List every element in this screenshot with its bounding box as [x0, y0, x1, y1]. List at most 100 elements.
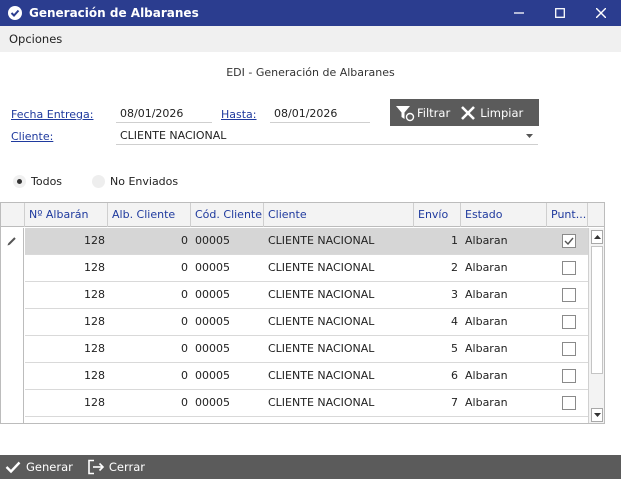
- cell-estado: Albaran: [465, 234, 508, 247]
- cell-envio: 1: [451, 234, 458, 247]
- cell-cliente: CLIENTE NACIONAL: [268, 369, 375, 382]
- app-logo-icon: [8, 6, 22, 20]
- window-title: Generación de Albaranes: [29, 6, 199, 20]
- cell-albaran: 128: [84, 342, 105, 355]
- menu-opciones[interactable]: Opciones: [0, 32, 62, 46]
- col-header-cliente[interactable]: Cliente: [264, 203, 414, 227]
- cell-estado: Albaran: [465, 315, 508, 328]
- col-header-punt[interactable]: Punt...: [547, 203, 588, 227]
- cell-albaran: 128: [84, 288, 105, 301]
- row-indicator-column: [1, 228, 24, 423]
- cell-estado: Albaran: [465, 342, 508, 355]
- col-header-albaran[interactable]: Nº Albarán: [25, 203, 108, 227]
- generate-button-label: Generar: [26, 460, 73, 474]
- punt-checkbox[interactable]: [562, 315, 576, 329]
- hasta-field[interactable]: 08/01/2026: [270, 107, 370, 123]
- generate-button[interactable]: Generar: [5, 460, 73, 474]
- chevron-up-icon: [593, 234, 601, 239]
- punt-checkbox[interactable]: [562, 396, 576, 410]
- scroll-down-button[interactable]: [591, 408, 603, 422]
- cell-cliente: CLIENTE NACIONAL: [268, 234, 375, 247]
- col-header-envio[interactable]: Envío: [414, 203, 461, 227]
- cell-estado: Albaran: [465, 396, 508, 409]
- cliente-select[interactable]: CLIENTE NACIONAL: [116, 129, 538, 145]
- cell-envio: 4: [451, 315, 458, 328]
- menu-bar: Opciones: [0, 26, 621, 52]
- cell-cod-cliente: 00005: [195, 288, 230, 301]
- table-row[interactable]: 128 0 00005 CLIENTE NACIONAL 5 Albaran: [25, 336, 588, 363]
- radio-selected-icon: [13, 175, 26, 188]
- chevron-down-icon: [526, 134, 533, 138]
- cell-alb-cliente: 0: [181, 234, 188, 247]
- punt-checkbox[interactable]: [562, 288, 576, 302]
- close-button[interactable]: Cerrar: [87, 459, 145, 475]
- radio-no-enviados-label: No Enviados: [110, 175, 179, 188]
- cell-cliente: CLIENTE NACIONAL: [268, 342, 375, 355]
- cell-albaran: 128: [84, 315, 105, 328]
- filter-button-label: Filtrar: [417, 105, 451, 120]
- col-header-alb-cliente[interactable]: Alb. Cliente: [108, 203, 191, 227]
- grid-rows: 128 0 00005 CLIENTE NACIONAL 1 Albaran 128 0 000…: [25, 228, 588, 417]
- header-corner: [1, 203, 25, 227]
- clear-button[interactable]: Limpiar: [460, 105, 523, 121]
- table-row[interactable]: 128 0 00005 CLIENTE NACIONAL 1 Albaran: [25, 228, 588, 255]
- cell-cliente: CLIENTE NACIONAL: [268, 261, 375, 274]
- cell-alb-cliente: 0: [181, 369, 188, 382]
- table-row[interactable]: 128 0 00005 CLIENTE NACIONAL 6 Albaran: [25, 363, 588, 390]
- cell-alb-cliente: 0: [181, 315, 188, 328]
- filter-button[interactable]: Filtrar: [395, 104, 450, 122]
- col-header-cod-cliente[interactable]: Cód. Cliente: [191, 203, 264, 227]
- cell-envio: 7: [451, 396, 458, 409]
- fecha-entrega-label[interactable]: Fecha Entrega:: [11, 108, 93, 121]
- radio-unselected-icon: [92, 175, 105, 188]
- filter-icon: [396, 105, 415, 121]
- cell-cliente: CLIENTE NACIONAL: [268, 288, 375, 301]
- hasta-label[interactable]: Hasta:: [221, 108, 257, 121]
- punt-checkbox[interactable]: [562, 342, 576, 356]
- scroll-thumb[interactable]: [591, 246, 603, 374]
- close-window-button[interactable]: [581, 0, 621, 26]
- cell-cod-cliente: 00005: [195, 261, 230, 274]
- exit-icon: [88, 459, 104, 475]
- check-icon: [5, 461, 21, 474]
- x-icon: [461, 105, 476, 120]
- albaranes-grid: Nº Albarán Alb. Cliente Cód. Cliente Cli…: [0, 202, 605, 424]
- cliente-select-value: CLIENTE NACIONAL: [120, 129, 227, 142]
- maximize-icon: [555, 8, 565, 18]
- filter-toolbar: Filtrar Limpiar: [390, 99, 539, 126]
- close-icon: [596, 8, 606, 18]
- radio-no-enviados[interactable]: No Enviados: [92, 175, 178, 188]
- cell-estado: Albaran: [465, 288, 508, 301]
- radio-todos[interactable]: Todos: [13, 175, 62, 188]
- fecha-entrega-field[interactable]: 08/01/2026: [116, 107, 212, 123]
- cell-alb-cliente: 0: [181, 261, 188, 274]
- cliente-label[interactable]: Cliente:: [11, 130, 53, 143]
- table-row[interactable]: 128 0 00005 CLIENTE NACIONAL 7 Albaran: [25, 390, 588, 417]
- cell-alb-cliente: 0: [181, 288, 188, 301]
- cell-albaran: 128: [84, 234, 105, 247]
- minimize-button[interactable]: [499, 0, 539, 26]
- title-bar: Generación de Albaranes: [0, 0, 621, 26]
- vertical-scrollbar[interactable]: [588, 228, 604, 423]
- maximize-button[interactable]: [540, 0, 580, 26]
- punt-checkbox[interactable]: [562, 261, 576, 275]
- table-row[interactable]: 128 0 00005 CLIENTE NACIONAL 2 Albaran: [25, 255, 588, 282]
- cell-cod-cliente: 00005: [195, 342, 230, 355]
- col-header-estado[interactable]: Estado: [461, 203, 547, 227]
- cell-albaran: 128: [84, 369, 105, 382]
- cell-envio: 6: [451, 369, 458, 382]
- cell-alb-cliente: 0: [181, 342, 188, 355]
- cell-cliente: CLIENTE NACIONAL: [268, 396, 375, 409]
- cell-albaran: 128: [84, 261, 105, 274]
- table-row[interactable]: 128 0 00005 CLIENTE NACIONAL 4 Albaran: [25, 309, 588, 336]
- cell-cod-cliente: 00005: [195, 234, 230, 247]
- cell-albaran: 128: [84, 396, 105, 409]
- punt-checkbox[interactable]: [562, 369, 576, 383]
- close-button-label: Cerrar: [108, 460, 145, 474]
- radio-todos-label: Todos: [31, 175, 63, 188]
- scroll-up-button[interactable]: [591, 230, 603, 244]
- table-row[interactable]: 128 0 00005 CLIENTE NACIONAL 3 Albaran: [25, 282, 588, 309]
- chevron-down-icon: [593, 412, 601, 417]
- punt-checkbox[interactable]: [562, 234, 576, 248]
- cell-envio: 3: [451, 288, 458, 301]
